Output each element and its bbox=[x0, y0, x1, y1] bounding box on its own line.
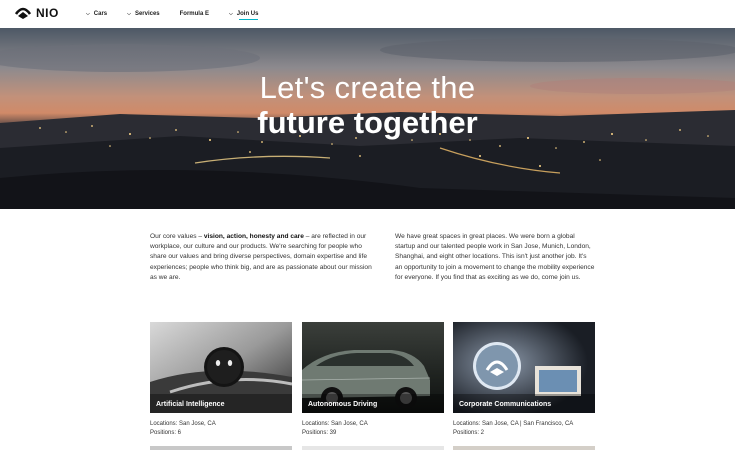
nio-logo-icon bbox=[14, 7, 32, 19]
card-meta: Locations: San Jose, CA Positions: 6 bbox=[150, 420, 292, 438]
event-stage-image bbox=[453, 322, 595, 413]
nav-item-services[interactable]: ⌵ Services bbox=[127, 0, 160, 28]
card-meta: Locations: San Jose, CA | San Francisco,… bbox=[453, 420, 595, 438]
nav-item-label: Services bbox=[134, 11, 160, 17]
hero-headline: Let's create the future together bbox=[0, 70, 735, 140]
chevron-down-icon: ⌵ bbox=[228, 11, 233, 17]
hero-headline-line-2: future together bbox=[257, 105, 478, 140]
next-card-image bbox=[453, 446, 595, 450]
card-locations: Locations: San Jose, CA | San Francisco,… bbox=[453, 421, 574, 427]
job-category-card[interactable]: Artificial Intelligence Locations: San J… bbox=[150, 322, 292, 438]
chevron-down-icon: ⌵ bbox=[127, 11, 131, 17]
next-card-image bbox=[150, 446, 292, 450]
card-locations: Locations: San Jose, CA bbox=[302, 421, 368, 427]
hero-banner: Let's create the future together bbox=[0, 28, 735, 209]
nav-item-cars[interactable]: ⌵ Cars bbox=[86, 0, 107, 28]
nav-item-join-us[interactable]: ⌵ Join Us bbox=[228, 0, 259, 28]
nav-item-formula-e[interactable]: Formula E bbox=[180, 0, 209, 28]
intro-locations-paragraph: We have great spaces in great places. We… bbox=[395, 233, 595, 281]
nav-item-label: Cars bbox=[93, 11, 108, 17]
job-category-card[interactable]: Autonomous Driving Locations: San Jose, … bbox=[302, 322, 444, 438]
job-category-card[interactable]: Corporate Communications Locations: San … bbox=[453, 322, 595, 438]
top-navigation: NIO ⌵ Cars ⌵ Services Formula E ⌵ Join U… bbox=[0, 0, 735, 28]
intro-text: Our core values – bbox=[150, 233, 204, 240]
nav-item-label: Formula E bbox=[179, 11, 209, 17]
next-card-image bbox=[302, 446, 444, 450]
intro-values-paragraph: Our core values – vision, action, honest… bbox=[150, 232, 372, 283]
intro-text: – are reflected in our workplace, our cu… bbox=[150, 233, 372, 281]
card-image: Artificial Intelligence bbox=[150, 322, 292, 413]
card-image: Autonomous Driving bbox=[302, 322, 444, 413]
nav-menu: ⌵ Cars ⌵ Services Formula E ⌵ Join Us bbox=[86, 0, 278, 28]
card-positions: Positions: 2 bbox=[453, 430, 485, 436]
card-title: Corporate Communications bbox=[459, 401, 552, 408]
card-locations: Locations: San Jose, CA bbox=[150, 421, 216, 427]
brand-name: NIO bbox=[36, 6, 59, 20]
nav-item-label: Join Us bbox=[236, 11, 259, 17]
hero-headline-line-1: Let's create the bbox=[259, 70, 476, 105]
nio-logo[interactable]: NIO bbox=[14, 6, 59, 20]
card-meta: Locations: San Jose, CA Positions: 39 bbox=[302, 420, 444, 438]
card-image: Corporate Communications bbox=[453, 322, 595, 413]
card-title: Artificial Intelligence bbox=[156, 401, 225, 408]
core-values-highlight: vision, action, honesty and care bbox=[203, 233, 304, 240]
suv-vehicle-image bbox=[302, 322, 444, 413]
card-title: Autonomous Driving bbox=[308, 401, 378, 408]
card-positions: Positions: 6 bbox=[150, 430, 182, 436]
ai-assistant-image bbox=[150, 322, 292, 413]
card-positions: Positions: 39 bbox=[302, 430, 337, 436]
chevron-down-icon: ⌵ bbox=[86, 11, 90, 17]
